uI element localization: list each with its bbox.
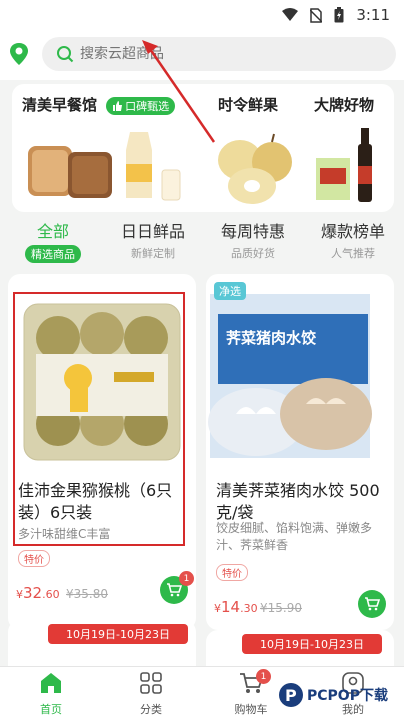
promo-breakfast[interactable]: 清美早餐馆 口碑甄选 <box>22 94 176 115</box>
category-tabs: 全部 精选商品 日日鲜品 新鲜定制 每周特惠 品质好货 爆款榜单 人气推荐 <box>0 218 404 268</box>
price-symbol: ¥ <box>16 588 23 601</box>
promo-date-strip: 10月19日-10月23日 <box>242 634 382 654</box>
tab-all-title: 全部 <box>36 222 69 241</box>
promo-brand-goods[interactable]: 大牌好物 <box>314 94 374 115</box>
tab-daily-fresh[interactable]: 日日鲜品 新鲜定制 <box>108 218 198 261</box>
wifi-icon <box>282 8 299 21</box>
clean-vegetable-badge: 净选 <box>214 282 246 300</box>
nav-category-label: 分类 <box>140 703 162 716</box>
add-to-cart-button[interactable] <box>358 590 386 618</box>
thumbs-up-icon <box>113 100 123 111</box>
cart-count-badge: 1 <box>179 571 194 586</box>
watermark-text: PCPOP下载 <box>307 688 388 704</box>
add-to-cart-button[interactable]: 1 <box>160 571 194 604</box>
location-pin-icon[interactable] <box>8 42 30 66</box>
product-price: ¥32.60 <box>16 584 60 602</box>
pear-fruit-image <box>218 133 292 204</box>
original-price: ¥35.80 <box>66 587 108 601</box>
promo-brand-title: 大牌好物 <box>314 96 375 114</box>
grid-icon <box>140 672 162 694</box>
product-title: 佳沛金果猕猴桃（6只装）6只装 <box>18 481 173 522</box>
svg-text:P: P <box>285 686 297 705</box>
nav-home-label: 首页 <box>40 703 62 716</box>
top-bar <box>0 30 404 80</box>
promo-breakfast-title: 清美早餐馆 <box>22 96 98 114</box>
tab-weekly-deals[interactable]: 每周特惠 品质好货 <box>208 218 298 261</box>
status-bar: 3:11 <box>0 0 404 30</box>
product-card-dumplings[interactable]: 净选 荠菜猪肉水饺 清美荠菜猪肉水饺 500克/袋 饺皮细腻、馅料饱满、弹嫩多汁… <box>206 274 394 630</box>
sale-tag: 特价 <box>216 564 248 581</box>
tab-hot-list-title: 爆款榜单 <box>320 222 385 241</box>
promo-panel: 清美早餐馆 口碑甄选 时令鲜果 大牌好物 <box>12 84 394 212</box>
no-sim-icon <box>310 7 323 23</box>
promo-tag-label: 口碑甄选 <box>125 99 170 113</box>
tab-daily-fresh-title: 日日鲜品 <box>120 222 185 241</box>
tab-daily-fresh-sub: 新鲜定制 <box>131 247 175 260</box>
home-icon <box>41 673 61 693</box>
status-icons: 3:11 <box>282 6 390 24</box>
promo-fresh-title: 时令鲜果 <box>218 96 279 114</box>
price-int: 32 <box>23 584 43 602</box>
nav-cart[interactable]: 1 购物车 <box>216 669 286 717</box>
promo-reputation-tag: 口碑甄选 <box>106 96 176 115</box>
tab-all[interactable]: 全部 精选商品 <box>8 218 98 263</box>
product-card-kiwi[interactable]: 佳沛金果猕猴桃（6只装）6只装 多汁味甜维C丰富 特价 ¥32.60 ¥35.8… <box>8 274 196 630</box>
pcpop-logo-icon: P <box>279 683 303 707</box>
promo-date-strip: 10月19日-10月23日 <box>48 624 188 644</box>
search-icon <box>57 46 74 63</box>
price-symbol: ¥ <box>214 602 221 615</box>
tab-hot-list[interactable]: 爆款榜单 人气推荐 <box>308 218 398 261</box>
product-subtitle: 饺皮细腻、馅料饱满、弹嫩多汁、荠菜鲜香 <box>216 521 373 552</box>
price-decimal: .60 <box>42 588 60 601</box>
product-price: ¥14.30 <box>214 598 258 616</box>
nav-home[interactable]: 首页 <box>16 671 86 717</box>
tab-weekly-deals-sub: 品质好货 <box>231 247 275 260</box>
watermark: P PCPOP下载 <box>278 682 388 708</box>
status-time: 3:11 <box>356 6 390 24</box>
package-label: 荠菜猪肉水饺 <box>226 329 317 347</box>
cart-icon <box>365 597 380 611</box>
nav-category[interactable]: 分类 <box>116 671 186 717</box>
product-subtitle: 多汁味甜维C丰富 <box>18 527 111 541</box>
promo-fresh-fruit[interactable]: 时令鲜果 <box>218 94 278 115</box>
nav-cart-label: 购物车 <box>234 703 268 716</box>
price-int: 14 <box>221 598 241 616</box>
search-input[interactable] <box>80 46 340 62</box>
kiwi-product-image <box>23 303 181 461</box>
tab-weekly-deals-title: 每周特惠 <box>220 222 285 241</box>
tab-all-sub: 精选商品 <box>25 245 81 263</box>
dumplings-product-image <box>208 294 372 458</box>
sale-tag: 特价 <box>18 550 50 567</box>
battery-icon <box>334 7 344 23</box>
breakfast-products-image <box>28 132 181 201</box>
search-bar[interactable] <box>42 37 396 71</box>
brand-products-image <box>316 128 372 202</box>
tab-hot-list-sub: 人气推荐 <box>331 247 375 260</box>
price-decimal: .30 <box>240 602 258 615</box>
product-title: 清美荠菜猪肉水饺 500克/袋 <box>216 481 380 522</box>
original-price: ¥15.90 <box>260 601 302 615</box>
cart-count-badge: 1 <box>256 669 271 684</box>
cart-icon <box>167 583 182 597</box>
